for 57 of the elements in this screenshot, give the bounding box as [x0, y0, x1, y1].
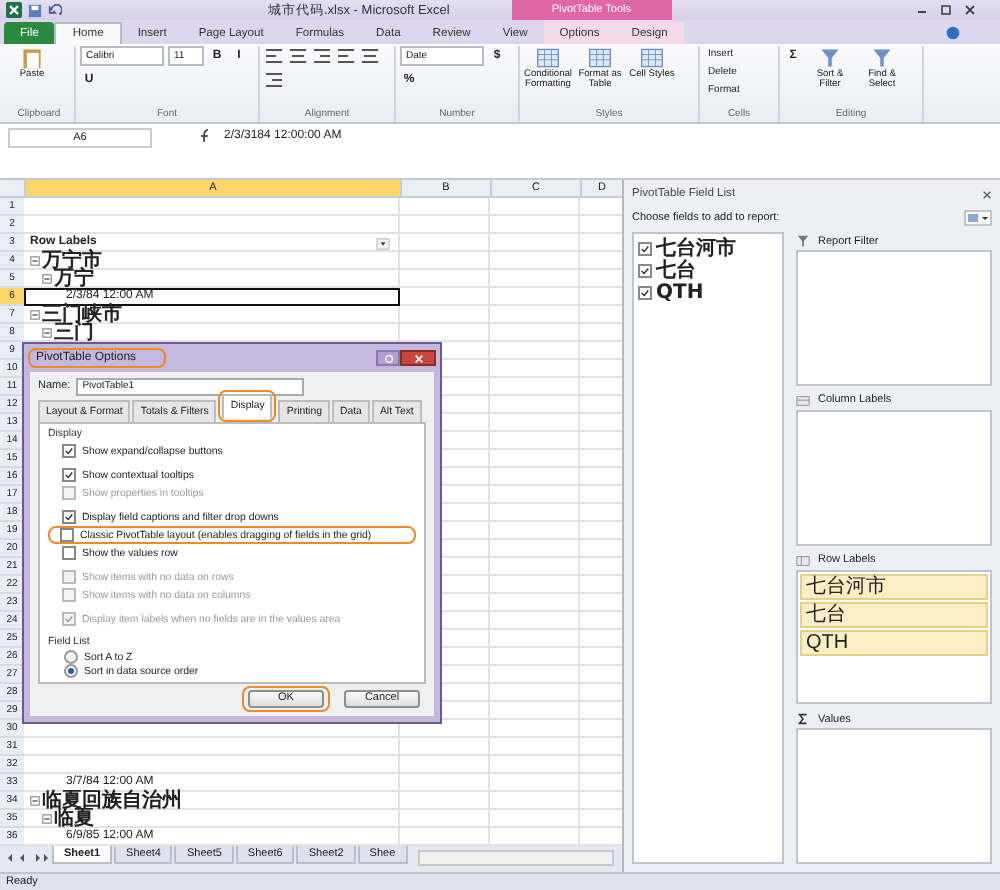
table-cell: 临夏回族自治州 [42, 792, 182, 810]
field-chip[interactable]: QTH [800, 629, 988, 655]
grid-icon [796, 553, 810, 567]
field-chip[interactable]: 七台河市 [800, 573, 988, 599]
table-cell: 三门 [54, 324, 94, 342]
table-icon [640, 46, 664, 70]
sheet-nav-icon[interactable] [6, 852, 50, 864]
collapse-icon[interactable] [42, 328, 52, 338]
table-cell: 万宁 [54, 270, 94, 288]
drop-area[interactable]: 七台河市 七台 QTH [796, 569, 992, 705]
radio-button[interactable] [64, 664, 78, 678]
collapse-icon[interactable] [30, 310, 40, 320]
sigma-icon [796, 712, 810, 727]
field-label[interactable]: 七台河市 [656, 238, 736, 260]
table-cell: 三门峡市 [42, 306, 122, 324]
checkbox[interactable] [62, 444, 76, 458]
collapse-icon[interactable] [30, 256, 40, 266]
checkbox[interactable] [62, 510, 76, 524]
field-label[interactable]: 七台 [656, 260, 696, 282]
table-icon [536, 46, 560, 70]
checkbox[interactable] [638, 264, 652, 278]
field-chip[interactable]: 七台 [800, 601, 988, 627]
align-icon[interactable] [336, 46, 356, 66]
clipboard-icon [20, 46, 44, 70]
align-icon[interactable] [288, 46, 308, 66]
checkbox[interactable] [638, 242, 652, 256]
align-icon[interactable] [360, 46, 380, 66]
close-button[interactable] [400, 350, 436, 366]
table-icon [588, 46, 612, 70]
align-icon[interactable] [264, 46, 284, 66]
collapse-icon[interactable] [42, 814, 52, 824]
radio-button[interactable] [64, 650, 78, 664]
table-cell: 万宁市 [42, 252, 102, 270]
table-cell: 临夏 [54, 810, 94, 828]
help-button[interactable] [376, 350, 400, 366]
field-label[interactable]: QTH [656, 282, 704, 304]
close-icon[interactable] [960, 2, 980, 18]
save-icon[interactable] [28, 3, 42, 17]
checkbox[interactable] [62, 468, 76, 482]
collapse-icon[interactable] [30, 796, 40, 806]
layout-icon[interactable] [964, 210, 992, 226]
checkbox[interactable] [62, 546, 76, 560]
grid-icon [796, 393, 810, 408]
excel-logo-icon [6, 2, 22, 18]
collapse-icon[interactable] [42, 274, 52, 284]
help-icon[interactable] [946, 26, 960, 40]
checkbox[interactable] [60, 528, 74, 542]
close-icon[interactable] [982, 189, 992, 199]
filter-dropdown-icon[interactable] [376, 237, 390, 249]
maximize-icon[interactable] [936, 2, 956, 18]
undo-icon[interactable] [48, 3, 62, 17]
close-icon [413, 353, 423, 363]
checkbox[interactable] [638, 286, 652, 300]
horizontal-scrollbar[interactable] [417, 850, 614, 866]
help-icon [383, 353, 393, 363]
align-icon[interactable] [264, 70, 284, 90]
align-icon[interactable] [312, 46, 332, 66]
